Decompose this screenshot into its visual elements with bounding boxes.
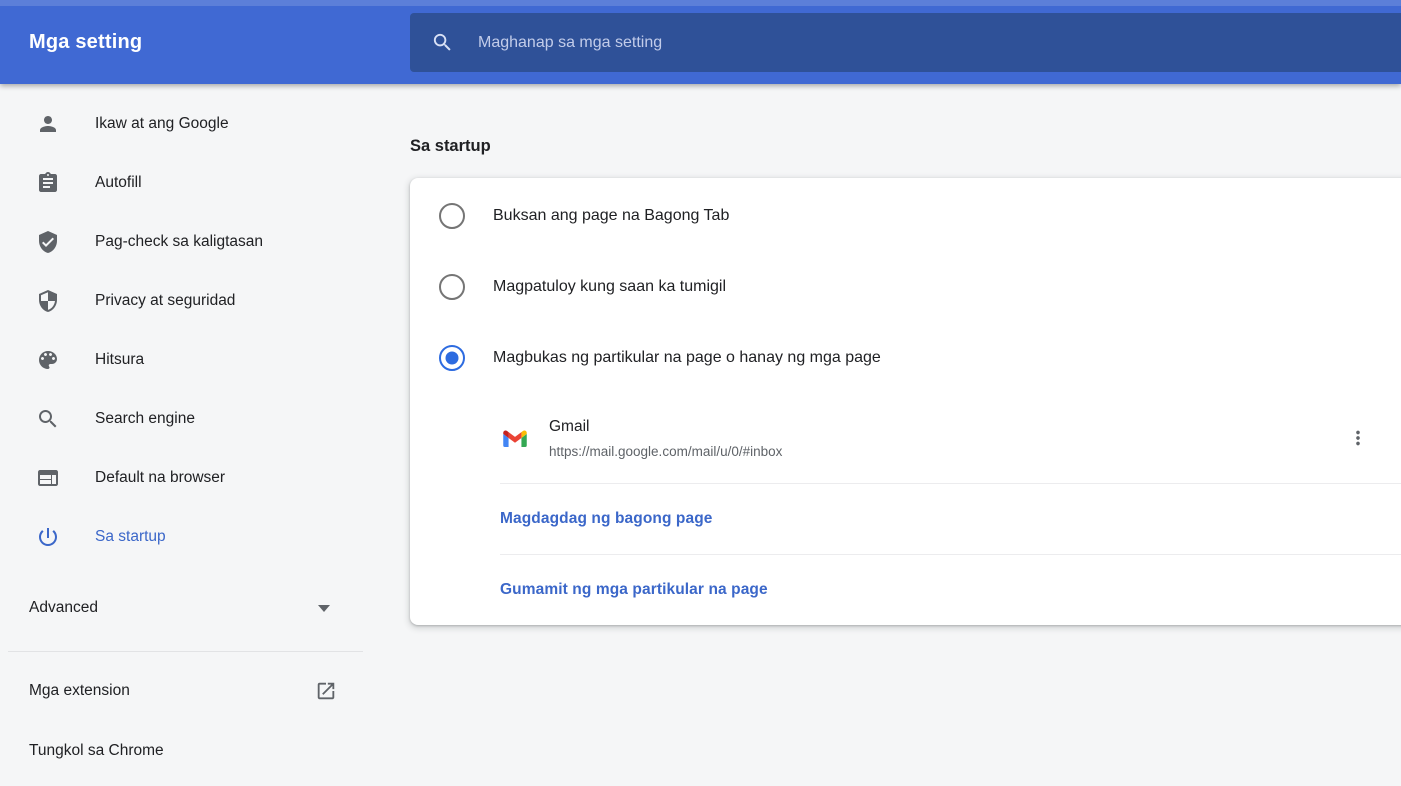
page-title: Mga setting bbox=[29, 0, 142, 84]
kebab-menu-icon bbox=[1347, 427, 1369, 449]
security-shield-icon bbox=[36, 289, 60, 313]
clipboard-icon bbox=[36, 171, 60, 195]
search-input[interactable] bbox=[478, 34, 1389, 52]
startup-option-open-specific[interactable]: Magbukas ng partikular na page o hanay n… bbox=[410, 322, 1401, 393]
sidebar-item-hitsura[interactable]: Hitsura bbox=[0, 330, 363, 389]
sidebar-advanced-toggle[interactable]: Advanced bbox=[0, 578, 363, 637]
startup-card: Buksan ang page na Bagong Tab Magpatuloy… bbox=[410, 178, 1401, 625]
sidebar-item-tungkol-sa-chrome[interactable]: Tungkol sa Chrome bbox=[0, 721, 363, 781]
sidebar-item-autofill[interactable]: Autofill bbox=[0, 153, 363, 212]
sidebar-item-label: Hitsura bbox=[95, 351, 144, 369]
radio-label: Magpatuloy kung saan ka tumigil bbox=[493, 278, 726, 296]
about-chrome-label: Tungkol sa Chrome bbox=[29, 742, 164, 760]
open-in-new-icon bbox=[315, 680, 337, 702]
sidebar-item-default-na-browser[interactable]: Default na browser bbox=[0, 448, 363, 507]
header-bar: Mga setting bbox=[0, 0, 1401, 84]
startup-option-continue[interactable]: Magpatuloy kung saan ka tumigil bbox=[410, 251, 1401, 322]
section-title: Sa startup bbox=[410, 137, 491, 156]
startup-option-new-tab[interactable]: Buksan ang page na Bagong Tab bbox=[410, 180, 1401, 251]
gmail-icon bbox=[503, 429, 527, 447]
sidebar-item-label: Search engine bbox=[95, 410, 195, 428]
settings-search-box[interactable] bbox=[410, 13, 1401, 72]
startup-page-title: Gmail bbox=[549, 417, 782, 437]
sidebar: Ikaw at ang Google Autofill Pag-check sa… bbox=[0, 84, 363, 786]
sidebar-item-sa-startup[interactable]: Sa startup bbox=[0, 507, 363, 566]
radio-button[interactable] bbox=[439, 274, 465, 300]
sidebar-item-label: Default na browser bbox=[95, 469, 225, 487]
startup-page-info: Gmail https://mail.google.com/mail/u/0/#… bbox=[549, 417, 782, 459]
sidebar-item-mga-extension[interactable]: Mga extension bbox=[0, 661, 363, 721]
search-icon bbox=[36, 407, 60, 431]
sidebar-item-label: Autofill bbox=[95, 174, 142, 192]
extensions-label: Mga extension bbox=[29, 682, 130, 700]
power-icon bbox=[36, 525, 60, 549]
person-icon bbox=[36, 112, 60, 136]
sidebar-divider bbox=[8, 651, 363, 652]
sidebar-item-ikaw-at-ang-google[interactable]: Ikaw at ang Google bbox=[0, 94, 363, 153]
search-icon bbox=[431, 31, 454, 54]
startup-page-url: https://mail.google.com/mail/u/0/#inbox bbox=[549, 444, 782, 459]
sidebar-item-search-engine[interactable]: Search engine bbox=[0, 389, 363, 448]
sidebar-item-label: Pag-check sa kaligtasan bbox=[95, 233, 263, 251]
sidebar-item-pag-check-sa-kaligtasan[interactable]: Pag-check sa kaligtasan bbox=[0, 212, 363, 271]
more-options-button[interactable] bbox=[1344, 424, 1372, 452]
shield-check-icon bbox=[36, 230, 60, 254]
chevron-down-icon bbox=[318, 605, 330, 612]
add-new-page-link[interactable]: Magdagdag ng bagong page bbox=[500, 510, 713, 528]
advanced-label: Advanced bbox=[29, 599, 98, 617]
radio-label: Magbukas ng partikular na page o hanay n… bbox=[493, 349, 881, 367]
palette-icon bbox=[36, 348, 60, 372]
startup-page-row: Gmail https://mail.google.com/mail/u/0/#… bbox=[410, 393, 1401, 483]
radio-label: Buksan ang page na Bagong Tab bbox=[493, 207, 729, 225]
main-content: Sa startup Buksan ang page na Bagong Tab… bbox=[363, 84, 1401, 786]
use-specific-pages-link[interactable]: Gumamit ng mga partikular na page bbox=[500, 581, 768, 599]
sidebar-item-label: Ikaw at ang Google bbox=[95, 115, 229, 133]
sidebar-item-label: Sa startup bbox=[95, 528, 166, 546]
browser-window-icon bbox=[36, 466, 60, 490]
add-page-row: Magdagdag ng bagong page bbox=[410, 484, 1401, 554]
radio-button[interactable] bbox=[439, 203, 465, 229]
radio-button[interactable] bbox=[439, 345, 465, 371]
chrome-settings-page: Mga setting Ikaw at ang Google Autofill … bbox=[0, 0, 1401, 786]
sidebar-item-privacy-at-seguridad[interactable]: Privacy at seguridad bbox=[0, 271, 363, 330]
sidebar-item-label: Privacy at seguridad bbox=[95, 292, 235, 310]
use-current-pages-row: Gumamit ng mga partikular na page bbox=[410, 555, 1401, 625]
